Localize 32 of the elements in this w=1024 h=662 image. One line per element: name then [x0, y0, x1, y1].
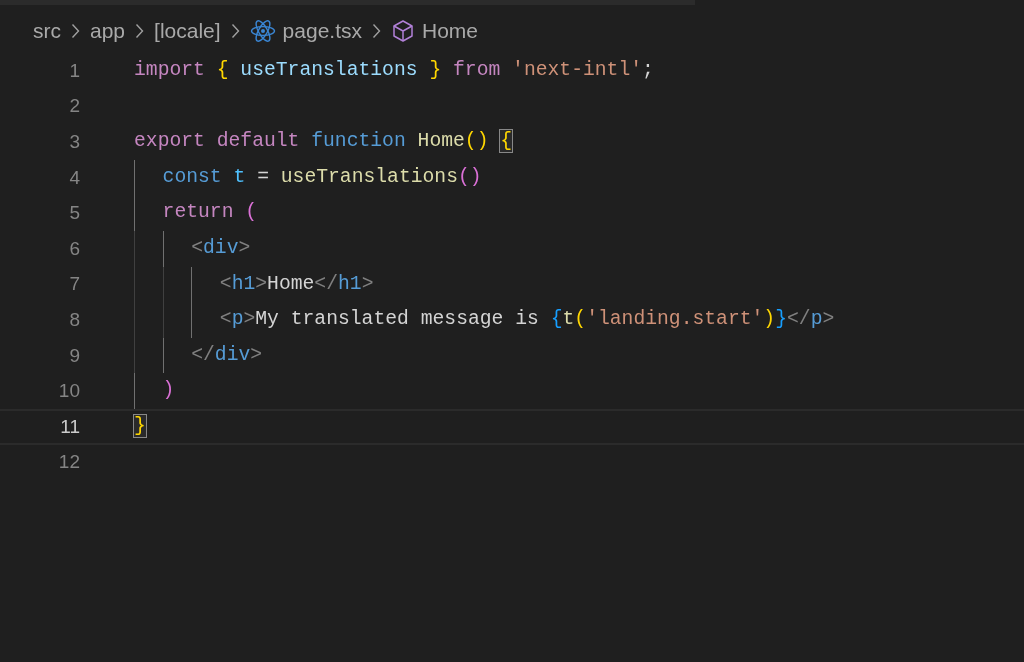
code-line: </div> [191, 345, 263, 366]
breadcrumb-item[interactable]: src [33, 19, 61, 43]
line-number: 9 [68, 344, 80, 367]
breadcrumb-item[interactable]: app [90, 19, 126, 43]
line-number: 11 [59, 415, 80, 438]
chevron-right-icon [135, 23, 145, 39]
line-number: 4 [68, 166, 80, 189]
line-number: 10 [57, 380, 80, 403]
line-number: 7 [68, 273, 80, 296]
chevron-right-icon [230, 23, 240, 39]
code-line: <div> [191, 238, 251, 259]
code-line: const t = useTranslations() [162, 167, 482, 188]
code-line: <p>My translated message is {t('landing.start')}</p> [219, 310, 835, 330]
code-line: <h1>Home</h1> [219, 274, 374, 295]
code-line: ) [162, 381, 175, 401]
chevron-right-icon [71, 23, 80, 39]
breadcrumb-item[interactable]: [locale] [154, 19, 221, 43]
cube-icon [391, 19, 415, 43]
code-line: import { useTranslations } from 'next-intl'; [134, 60, 654, 81]
breadcrumb-item[interactable]: page.tsx [282, 19, 362, 43]
line-number: 12 [57, 451, 80, 474]
code-line: return ( [162, 203, 258, 223]
line-number: 1 [68, 59, 80, 82]
line-number: 6 [68, 237, 80, 260]
line-number: 8 [68, 308, 80, 331]
line-number: 5 [68, 202, 80, 225]
code-line: export default function Home() { [134, 132, 513, 152]
atom-icon [249, 18, 276, 44]
line-number: 3 [68, 131, 80, 153]
line-number: 2 [68, 95, 80, 118]
breadcrumb-item[interactable]: Home [422, 19, 478, 43]
chevron-right-icon [372, 23, 381, 39]
